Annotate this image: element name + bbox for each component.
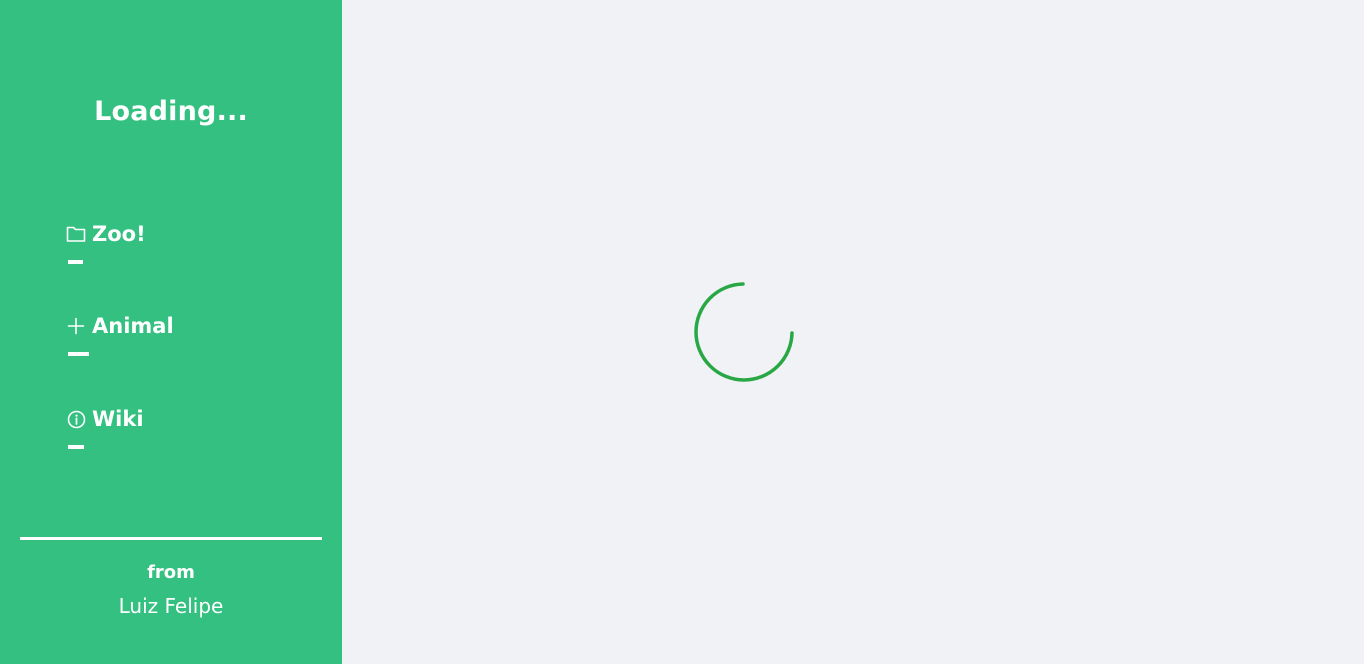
main-content	[342, 0, 1364, 664]
nav-underline	[68, 445, 84, 449]
nav-underline	[68, 352, 89, 356]
nav-item-zoo[interactable]: Zoo!	[66, 220, 146, 264]
loading-spinner-icon	[694, 282, 794, 382]
nav-item-label: Wiki	[92, 407, 144, 431]
info-circle-icon	[66, 409, 86, 429]
plus-icon	[66, 316, 86, 336]
nav-item-label: Animal	[92, 314, 174, 338]
footer-author: Luiz Felipe	[118, 594, 224, 618]
sidebar: Loading... Zoo! Animal Wiki from Luiz Fe…	[0, 0, 342, 664]
nav-item-label: Zoo!	[92, 222, 146, 246]
sidebar-divider	[20, 537, 322, 540]
nav-item-wiki[interactable]: Wiki	[66, 405, 144, 449]
nav-item-animal[interactable]: Animal	[66, 312, 174, 356]
app-window: Loading... Zoo! Animal Wiki from Luiz Fe…	[0, 0, 1364, 664]
folder-icon	[66, 224, 86, 244]
nav-underline	[68, 260, 83, 264]
footer-from-label: from	[147, 562, 195, 583]
sidebar-title: Loading...	[94, 96, 248, 127]
